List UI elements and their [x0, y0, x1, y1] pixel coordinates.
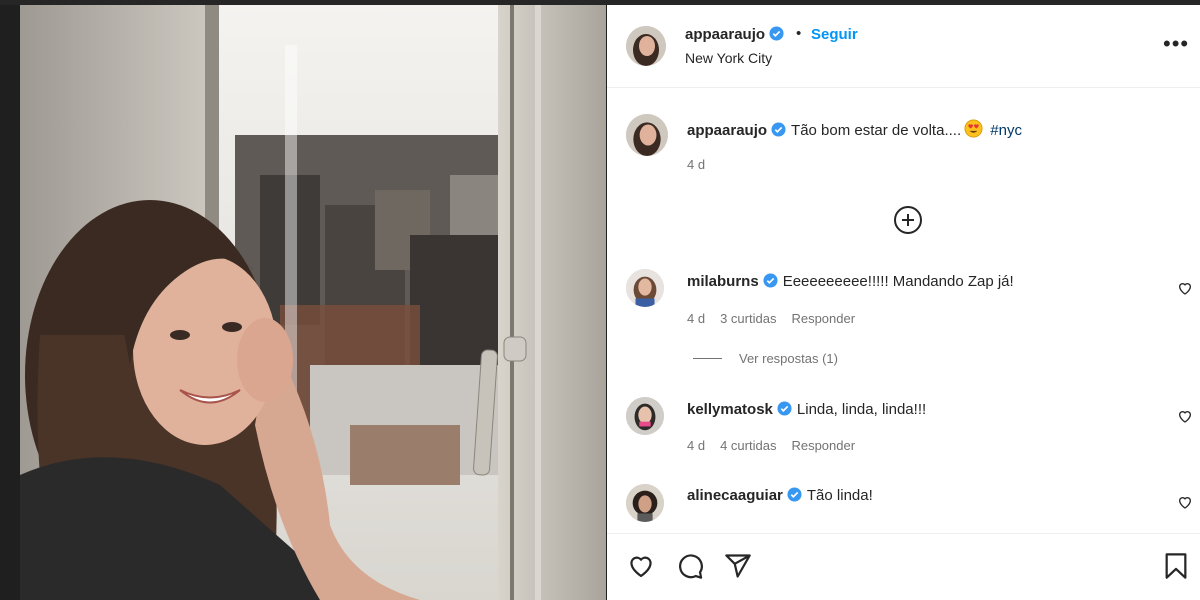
- comment-text: Tão linda!: [806, 487, 873, 504]
- post-details-panel: appaaraujo • Seguir New York City ••• ap…: [607, 5, 1200, 600]
- comment-age: 4 d: [687, 438, 706, 453]
- share-icon[interactable]: [724, 552, 752, 585]
- heart-icon[interactable]: [1177, 408, 1193, 429]
- comment-text: Eeeeeeeeee!!!!! Mandando Zap já!: [782, 273, 1014, 290]
- like-icon[interactable]: [627, 552, 655, 585]
- caption-avatar[interactable]: [626, 114, 668, 156]
- more-options-icon[interactable]: •••: [1163, 33, 1189, 55]
- comment-likes[interactable]: 3 curtidas: [720, 311, 776, 326]
- post-header: appaaraujo • Seguir New York City •••: [607, 5, 1200, 88]
- view-replies-link[interactable]: Ver respostas (1): [693, 351, 838, 366]
- author-username-row: appaaraujo: [685, 26, 784, 45]
- comment-avatar[interactable]: [626, 484, 664, 522]
- replies-divider: [693, 358, 722, 359]
- caption-age: 4 d: [687, 157, 706, 172]
- verified-badge-icon: [771, 122, 786, 141]
- reply-button[interactable]: Responder: [791, 438, 855, 453]
- separator-dot: •: [796, 25, 802, 42]
- save-icon[interactable]: [1163, 552, 1189, 585]
- verified-badge-icon: [763, 273, 778, 292]
- heart-eyes-emoji: [964, 119, 983, 142]
- post-caption: appaaraujo Tão bom estar de volta.... #ny…: [687, 119, 1177, 142]
- post-action-bar: [607, 533, 1200, 600]
- comment-username[interactable]: kellymatosk: [687, 401, 773, 418]
- selfie-window-photo: [20, 5, 606, 600]
- view-replies-label: Ver respostas (1): [739, 351, 838, 366]
- heart-icon[interactable]: [1177, 494, 1193, 515]
- comment-username[interactable]: milaburns: [687, 273, 759, 290]
- author-username[interactable]: appaaraujo: [685, 26, 765, 43]
- comment-username[interactable]: alinecaaguiar: [687, 487, 783, 504]
- reply-button[interactable]: Responder: [791, 311, 855, 326]
- comment-meta: 4 d 4 curtidas Responder: [687, 438, 870, 453]
- verified-badge-icon: [777, 401, 792, 420]
- caption-text: Tão bom estar de volta....: [791, 122, 962, 139]
- comment-line: alinecaaguiar Tão linda!: [687, 487, 873, 506]
- comment-meta: 4 d 3 curtidas Responder: [687, 311, 870, 326]
- comment-text: Linda, linda, linda!!!: [796, 401, 927, 418]
- caption-username[interactable]: appaaraujo: [687, 122, 767, 139]
- post-photo[interactable]: [20, 5, 606, 600]
- comment-age: 4 d: [687, 311, 706, 326]
- verified-badge-icon: [769, 26, 784, 45]
- comment-avatar[interactable]: [626, 397, 664, 435]
- author-avatar[interactable]: [626, 26, 666, 66]
- follow-button[interactable]: Seguir: [811, 26, 858, 43]
- verified-badge-icon: [787, 487, 802, 506]
- comment-line: kellymatosk Linda, linda, linda!!!: [687, 401, 926, 420]
- comment-icon[interactable]: [676, 552, 704, 585]
- comment-likes[interactable]: 4 curtidas: [720, 438, 776, 453]
- heart-icon[interactable]: [1177, 280, 1193, 301]
- comment-line: milaburns Eeeeeeeeee!!!!! Mandando Zap já…: [687, 273, 1014, 292]
- post-location[interactable]: New York City: [685, 50, 772, 66]
- comment-avatar[interactable]: [626, 269, 664, 307]
- hashtag-link[interactable]: #nyc: [990, 122, 1022, 139]
- add-comment-icon[interactable]: [893, 205, 923, 240]
